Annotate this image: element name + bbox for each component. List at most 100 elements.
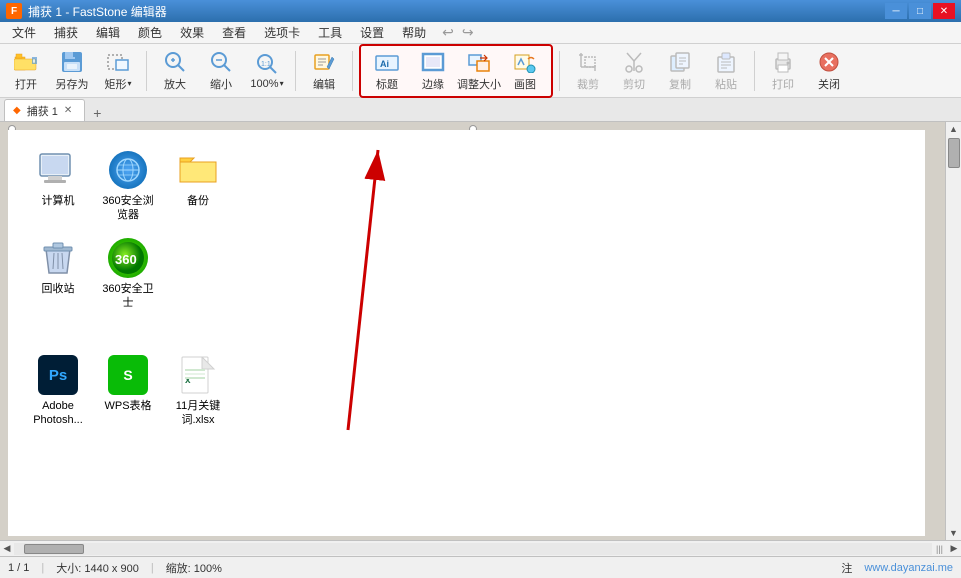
save-icon	[60, 50, 84, 74]
border-button[interactable]: 边缘	[411, 48, 455, 94]
menu-help[interactable]: 帮助	[394, 23, 434, 43]
draw-button[interactable]: 画图	[503, 48, 547, 94]
desktop-icon-backup: 备份	[168, 150, 228, 223]
menu-effect[interactable]: 效果	[172, 23, 212, 43]
rect-label: 矩形	[104, 76, 126, 92]
zoom-out-icon	[209, 50, 233, 74]
label-icon: Ai	[375, 50, 399, 74]
canvas[interactable]: 计算机	[8, 130, 925, 536]
desktop-icon-360: 360 360安全卫士	[98, 238, 158, 311]
border-icon	[421, 50, 445, 74]
cut-label: 剪切	[623, 76, 645, 92]
scroll-thumb[interactable]	[948, 138, 960, 168]
menu-edit[interactable]: 编辑	[88, 23, 128, 43]
paste-button[interactable]: 粘贴	[704, 48, 748, 94]
crop-label: 裁剪	[577, 76, 599, 92]
close-window-button[interactable]: ✕	[933, 3, 955, 19]
maximize-button[interactable]: □	[909, 3, 931, 19]
minimize-button[interactable]: ─	[885, 3, 907, 19]
menu-color[interactable]: 颜色	[130, 23, 170, 43]
cut-button[interactable]: 剪切	[612, 48, 656, 94]
content-area: 计算机	[0, 122, 961, 540]
undo-button[interactable]: ↩	[440, 24, 456, 41]
highlight-group: Ai 标题 边缘 调整大小	[359, 44, 553, 98]
toolbar: 打开 另存为 矩形 ▾	[0, 44, 961, 98]
menu-tab[interactable]: 选项卡	[256, 23, 308, 43]
tab-close-button[interactable]: ✕	[64, 105, 72, 116]
icon-row-3: Ps Adobe Photosh... S WPS表格	[8, 315, 925, 433]
website-label: www.dayanzai.me	[864, 562, 953, 574]
print-button[interactable]: 打印	[761, 48, 805, 94]
save-as-button[interactable]: 另存为	[50, 48, 94, 94]
edit-button[interactable]: 编辑	[302, 48, 346, 94]
open-icon	[14, 50, 38, 74]
svg-text:x: x	[185, 375, 191, 386]
copy-button[interactable]: 复制	[658, 48, 702, 94]
toolbar-sep-1	[146, 51, 147, 91]
menu-tools[interactable]: 工具	[310, 23, 350, 43]
paste-icon	[714, 50, 738, 74]
icon-row-1: 计算机	[8, 130, 925, 228]
scroll-left-button[interactable]: ◀	[0, 542, 14, 556]
menu-file[interactable]: 文件	[4, 23, 44, 43]
desktop-icon-computer: 计算机	[28, 150, 88, 223]
scroll-track[interactable]	[947, 136, 961, 526]
menu-capture[interactable]: 捕获	[46, 23, 86, 43]
draw-icon	[513, 50, 537, 74]
rect-icon	[106, 50, 130, 74]
main-area: 计算机	[0, 122, 961, 556]
toolbar-sep-2	[295, 51, 296, 91]
menu-view[interactable]: 查看	[214, 23, 254, 43]
scroll-label: |||	[932, 544, 947, 554]
tab-bar: ◆ 捕获 1 ✕ +	[0, 98, 961, 122]
close-button[interactable]: 关闭	[807, 48, 851, 94]
scroll-right-button[interactable]: ▶	[947, 542, 961, 556]
scroll-down-button[interactable]: ▼	[947, 526, 961, 540]
edit-label: 编辑	[313, 76, 335, 92]
menu-bar: 文件 捕获 编辑 颜色 效果 查看 选项卡 工具 设置 帮助 ↩ ↪	[0, 22, 961, 44]
zoom-in-label: 放大	[164, 76, 186, 92]
zoom-100-icon: 1:1	[255, 52, 279, 76]
excel-label: 11月关键词.xlsx	[168, 399, 228, 428]
label-button[interactable]: Ai 标题	[365, 48, 409, 94]
print-icon	[771, 50, 795, 74]
zoom-out-button[interactable]: 缩小	[199, 48, 243, 94]
computer-label: 计算机	[42, 194, 75, 208]
open-label: 打开	[15, 76, 37, 92]
zoom-out-label: 缩小	[210, 76, 232, 92]
status-bar: 1 / 1 | 大小: 1440 x 900 | 缩放: 100% 注 www.…	[0, 556, 961, 578]
svg-text:360: 360	[115, 252, 137, 267]
backup-label: 备份	[187, 194, 209, 208]
redo-button[interactable]: ↪	[460, 24, 476, 41]
resize-icon	[467, 50, 491, 74]
title-bar: F 捕获 1 - FastStone 编辑器 ─ □ ✕	[0, 0, 961, 22]
toolbar-sep-4	[559, 51, 560, 91]
resize-button[interactable]: 调整大小	[457, 48, 501, 94]
desktop-icon-ps: Ps Adobe Photosh...	[28, 355, 88, 428]
browser-label: 360安全浏览器	[98, 194, 158, 223]
vertical-scrollbar: ▲ ▼	[945, 122, 961, 540]
toolbar-sep-3	[352, 51, 353, 91]
tab-capture1[interactable]: ◆ 捕获 1 ✕	[4, 99, 85, 121]
copy-icon	[668, 50, 692, 74]
wps-label: WPS表格	[104, 399, 151, 413]
crop-button[interactable]: 裁剪	[566, 48, 610, 94]
border-label: 边缘	[422, 76, 444, 92]
canvas-wrapper: 计算机	[0, 122, 945, 540]
label-label: 标题	[376, 76, 398, 92]
scroll-up-button[interactable]: ▲	[947, 122, 961, 136]
zoom-in-icon	[163, 50, 187, 74]
zoom-in-button[interactable]: 放大	[153, 48, 197, 94]
guard-label: 360安全卫士	[98, 282, 158, 311]
zoom-100-button[interactable]: 1:1 100% ▾	[245, 48, 289, 94]
scroll-track-h[interactable]	[14, 543, 932, 555]
copy-label: 复制	[669, 76, 691, 92]
paste-label: 粘贴	[715, 76, 737, 92]
size-info: 大小: 1440 x 900	[56, 560, 139, 576]
close-icon	[817, 50, 841, 74]
rect-button[interactable]: 矩形 ▾	[96, 48, 140, 94]
tab-add-button[interactable]: +	[89, 105, 105, 121]
menu-settings[interactable]: 设置	[352, 23, 392, 43]
open-button[interactable]: 打开	[4, 48, 48, 94]
scroll-thumb-h[interactable]	[24, 544, 84, 554]
